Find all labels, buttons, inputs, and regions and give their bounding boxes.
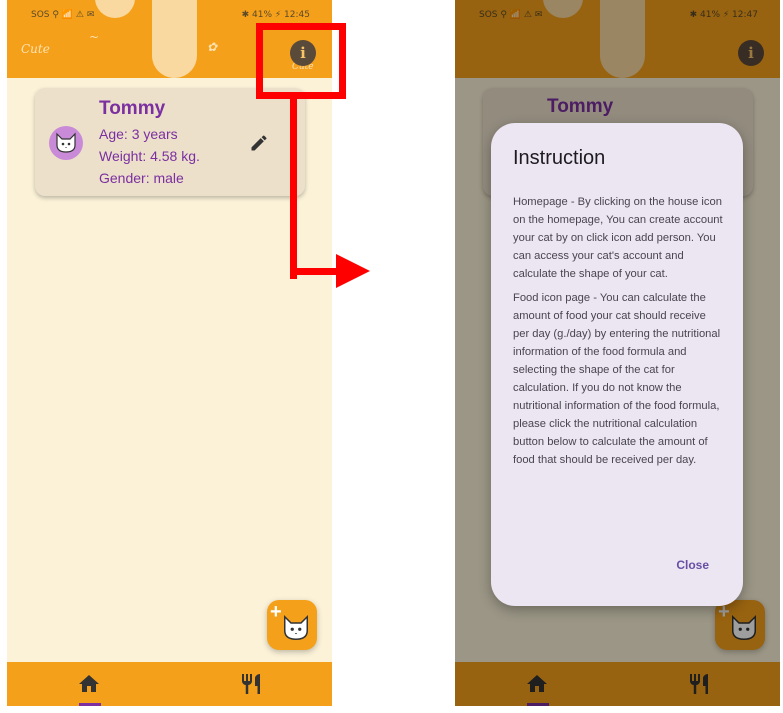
cat-face-icon [284, 614, 308, 641]
add-cat-button[interactable]: + [267, 600, 317, 650]
dialog-body: Homepage - By clicking on the house icon… [513, 193, 725, 475]
nav-active-indicator [79, 703, 101, 706]
cat-avatar [49, 126, 83, 160]
home-screen: Cute ~ ✿ Cute SOS ⚲ 📶 ⚠ ✉ ✱ 41% ⚡ 12:45 … [7, 0, 332, 706]
cat-face-icon [56, 132, 76, 153]
arrow-head-icon [336, 254, 370, 288]
status-bar-left: SOS ⚲ 📶 ⚠ ✉ [31, 10, 95, 20]
plus-icon: + [270, 601, 282, 623]
arrow-shaft-horizontal [290, 268, 340, 275]
instruction-screen: SOS ⚲ 📶 ⚠ ✉ ✱ 41% ⚡ 12:47 i Tommy + Inst… [455, 0, 780, 706]
status-bar-right: ✱ 41% ⚡ 12:45 [241, 10, 310, 20]
header-decoration [152, 0, 197, 78]
header-decoration [95, 0, 135, 18]
instruction-homepage: Homepage - By clicking on the house icon… [513, 196, 723, 280]
instruction-dialog: Instruction Homepage - By clicking on th… [491, 123, 743, 606]
arrow-shaft-vertical [290, 99, 297, 279]
highlight-box [256, 23, 346, 99]
edit-icon[interactable] [249, 133, 269, 153]
home-icon[interactable] [77, 672, 101, 696]
header-doodle: ~ [89, 30, 100, 44]
bottom-nav [7, 662, 332, 706]
instruction-food-page: Food icon page - You can calculate the a… [513, 292, 721, 466]
close-button[interactable]: Close [676, 558, 709, 572]
cat-weight: Weight: 4.58 kg. [99, 148, 200, 164]
cat-name: Tommy [99, 98, 166, 119]
header-doodle: Cute [21, 42, 50, 56]
cat-card[interactable]: Tommy Age: 3 years Weight: 4.58 kg. Gend… [35, 88, 305, 196]
fork-knife-icon[interactable] [239, 672, 263, 696]
cat-gender: Gender: male [99, 170, 184, 186]
dialog-title: Instruction [513, 147, 606, 169]
cat-age: Age: 3 years [99, 126, 178, 142]
header-doodle: ✿ [207, 40, 218, 54]
